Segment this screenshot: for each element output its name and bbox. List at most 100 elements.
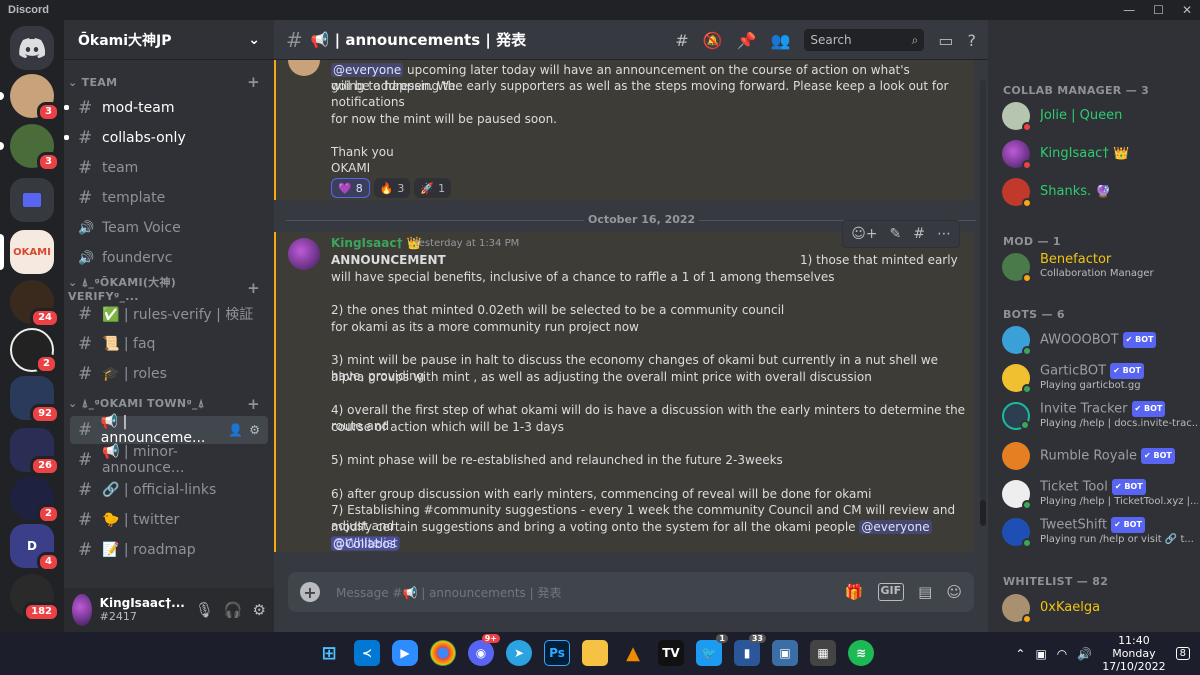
tray-icon[interactable]: ▣ [1035,647,1046,661]
upload-plus-icon[interactable]: + [300,582,320,602]
emoji-icon[interactable]: ☺ [946,583,962,601]
channel-team[interactable]: # team [70,154,268,182]
gift-icon[interactable]: 🎁 [845,583,864,601]
inbox-icon[interactable]: ▭ [938,31,953,50]
reaction[interactable]: 🔥 3 [373,178,411,198]
mute-bell-icon[interactable]: 🔕 [703,31,723,50]
server-icon[interactable]: 2 [10,328,58,374]
add-channel-icon[interactable]: + [247,279,260,297]
channel-twitter[interactable]: # 🐤 | twitter [70,506,268,534]
gif-icon[interactable]: GIF [877,583,905,601]
add-reaction-icon[interactable]: ☺+ [851,226,877,242]
server-icon[interactable]: 3 [0,74,60,122]
member-list-icon[interactable]: 👥 [770,31,790,50]
server-folder[interactable]: D4 [10,524,60,572]
headphones-icon[interactable]: 🎧 [224,601,243,619]
reaction[interactable]: 💜 8 [331,178,370,198]
maximize-icon[interactable]: ☐ [1153,3,1164,17]
guild-header[interactable]: Ōkami大神JP ⌄ [64,20,274,60]
server-icon[interactable]: 182 [10,574,60,622]
edit-icon[interactable]: ✎ [890,226,902,242]
avatar[interactable] [288,60,320,76]
invite-icon[interactable]: 👤 [228,423,243,437]
message-input[interactable]: + Message #📢 | announcements | 発表 🎁 GIF … [288,572,974,612]
mention-everyone[interactable]: @everyone [331,63,404,77]
minimize-icon[interactable]: — [1123,3,1135,17]
gear-icon[interactable]: ⚙ [249,423,260,437]
windows-start-icon[interactable]: ⊞ [316,640,342,666]
member-awooobot[interactable]: AWOOOBOT ✔ BOT [1002,322,1198,358]
member-kingisaac[interactable]: KingIsaac† 👑 [1002,136,1198,172]
app-icon[interactable]: ▣ [772,640,798,666]
vlc-icon[interactable]: ▲ [620,640,646,666]
mention-everyone[interactable]: @everyone [859,520,932,534]
channel-mod-team[interactable]: # mod-team [64,94,268,122]
member-shanks[interactable]: Shanks. 🔮 [1002,174,1198,210]
phone-link-icon[interactable]: ▮ 33 [734,634,766,666]
thread-icon[interactable]: # [913,226,925,242]
more-icon[interactable]: ⋯ [937,226,951,242]
channel-team-voice[interactable]: 🔊 Team Voice [70,214,268,242]
channel-roadmap[interactable]: # 📝 | roadmap [70,536,268,564]
microphone-icon[interactable]: 🎙 [195,601,214,619]
server-folder[interactable]: 92 [10,376,60,424]
server-icon[interactable]: 2 [10,476,60,524]
add-channel-icon[interactable]: + [247,73,260,91]
notification-icon[interactable]: 8 [1175,647,1190,660]
channel-roles[interactable]: # 🎓 | roles [70,360,268,388]
threads-icon[interactable]: # [675,31,688,50]
search-input[interactable]: Search ⌕ [804,29,925,51]
channel-announcements[interactable]: # 📢 | announceme... 👤 ⚙ [70,414,268,446]
tradingview-icon[interactable]: TV [658,640,684,666]
chrome-icon[interactable] [430,640,456,666]
calculator-icon[interactable]: ▦ [810,640,836,666]
pin-icon[interactable]: 📌 [737,31,757,50]
sticker-icon[interactable]: ▤ [918,583,932,601]
member-jolie[interactable]: Jolie | Queen [1002,98,1198,134]
close-icon[interactable]: ✕ [1182,3,1192,17]
folder-icon[interactable] [582,640,608,666]
volume-icon[interactable]: 🔊 [1077,647,1092,661]
member-ticket-tool[interactable]: Ticket Tool ✔ BOT Playing /help | TicketTo… [1002,476,1198,512]
channel-official-links[interactable]: # 🔗 | official-links [70,476,268,504]
reaction[interactable]: 🚀 1 [414,178,452,198]
server-icon-okami[interactable]: OKAMI [0,230,54,274]
member-invite-tracker[interactable]: Invite Tracker ✔ BOT Playing /help | docs.… [1002,398,1198,434]
avatar[interactable] [72,594,92,626]
category-town[interactable]: ⌄ ⍋_ᵍOKAMI TOWNᵍ_⍋ + [64,394,274,414]
spotify-icon[interactable]: ≋ [848,640,874,666]
category-verify[interactable]: ⌄ ⍋_ᵍŌKAMI(大神) VERIFYᵍ_... + [64,276,274,303]
gear-icon[interactable]: ⚙ [253,601,266,619]
server-icon[interactable]: 24 [10,280,60,328]
member-0xkaelga[interactable]: 0xKaelga [1002,590,1198,626]
help-icon[interactable]: ? [968,31,977,50]
clock[interactable]: 11:40 Monday 17/10/2022 [1102,634,1165,673]
member-garticbot[interactable]: GarticBOT ✔ BOT Playing garticbot.gg [1002,360,1198,396]
category-team[interactable]: ⌄ TEAM + [64,72,274,92]
channel-template[interactable]: # template [70,184,268,212]
folder-icon[interactable] [10,178,54,222]
channel-faq[interactable]: # 📜 | faq [70,330,268,358]
telegram-icon[interactable]: ➤ [506,640,532,666]
scrollbar[interactable] [980,80,986,526]
discord-taskbar-icon[interactable]: ◉ 9+ [468,634,500,666]
server-folder[interactable]: 26 [10,428,60,476]
server-icon[interactable]: 3 [0,124,60,172]
vscode-icon[interactable]: ≺ [354,640,380,666]
channel-foundervc[interactable]: 🔊 foundervc [70,244,268,272]
member-tweetshift[interactable]: TweetShift ✔ BOT Playing run /help or visi… [1002,514,1198,550]
twitter-icon[interactable]: 🐦 1 [696,634,728,666]
avatar[interactable] [288,238,320,270]
member-rumble-royale[interactable]: Rumble Royale ✔ BOT [1002,438,1198,474]
chevron-up-icon[interactable]: ⌃ [1015,647,1025,661]
home-button[interactable] [10,26,54,70]
channel-rules-verify[interactable]: # ✅ | rules-verify | 検証 [70,300,268,328]
channel-collabs-only[interactable]: # collabs-only [64,124,268,152]
mention-collabos[interactable]: @Collabos [331,537,398,551]
wifi-icon[interactable]: ◠ [1057,647,1067,661]
channel-minor-announcements[interactable]: # 📢 | minor-announce... [70,444,268,476]
add-channel-icon[interactable]: + [247,395,260,413]
zoom-icon[interactable]: ▶ [392,640,418,666]
message-author[interactable]: KingIsaac† 👑 [331,236,422,250]
photoshop-icon[interactable]: Ps [544,640,570,666]
